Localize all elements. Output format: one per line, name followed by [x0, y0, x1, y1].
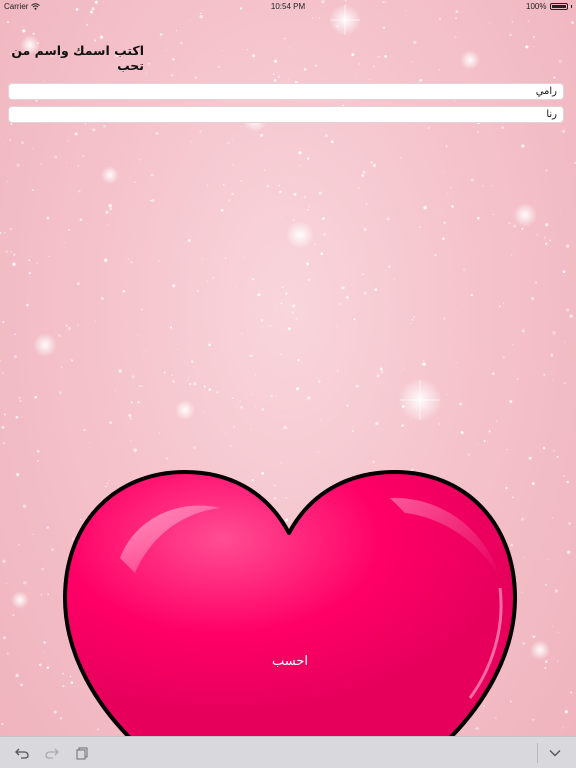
redo-button[interactable] — [42, 743, 62, 763]
keyboard-shortcut-bar — [0, 736, 576, 768]
beloved-name-field[interactable] — [8, 106, 564, 123]
battery-icon — [549, 3, 568, 10]
undo-button[interactable] — [12, 743, 32, 763]
dismiss-keyboard-button[interactable] — [545, 743, 565, 763]
app-screen: Carrier 10:54 PM 100% اكتب اسمك واسم من … — [0, 0, 576, 768]
your-name-field[interactable] — [8, 83, 564, 100]
battery-tip — [570, 5, 572, 8]
undo-icon — [15, 748, 29, 759]
status-time: 10:54 PM — [270, 2, 306, 11]
chevron-down-icon — [549, 750, 561, 757]
calculate-heart-area: احسب — [60, 468, 520, 738]
prompt-heading: اكتب اسمك واسم من تحب — [11, 43, 144, 73]
battery-level — [551, 5, 566, 8]
status-right: 100% — [526, 2, 572, 11]
calculate-button[interactable] — [60, 468, 520, 738]
battery-percentage: 100% — [526, 2, 547, 11]
paste-button[interactable] — [72, 743, 92, 763]
clipboard-icon — [76, 746, 88, 760]
status-bar: Carrier 10:54 PM 100% — [0, 0, 576, 14]
toolbar-divider — [537, 743, 538, 763]
redo-icon — [45, 748, 59, 759]
